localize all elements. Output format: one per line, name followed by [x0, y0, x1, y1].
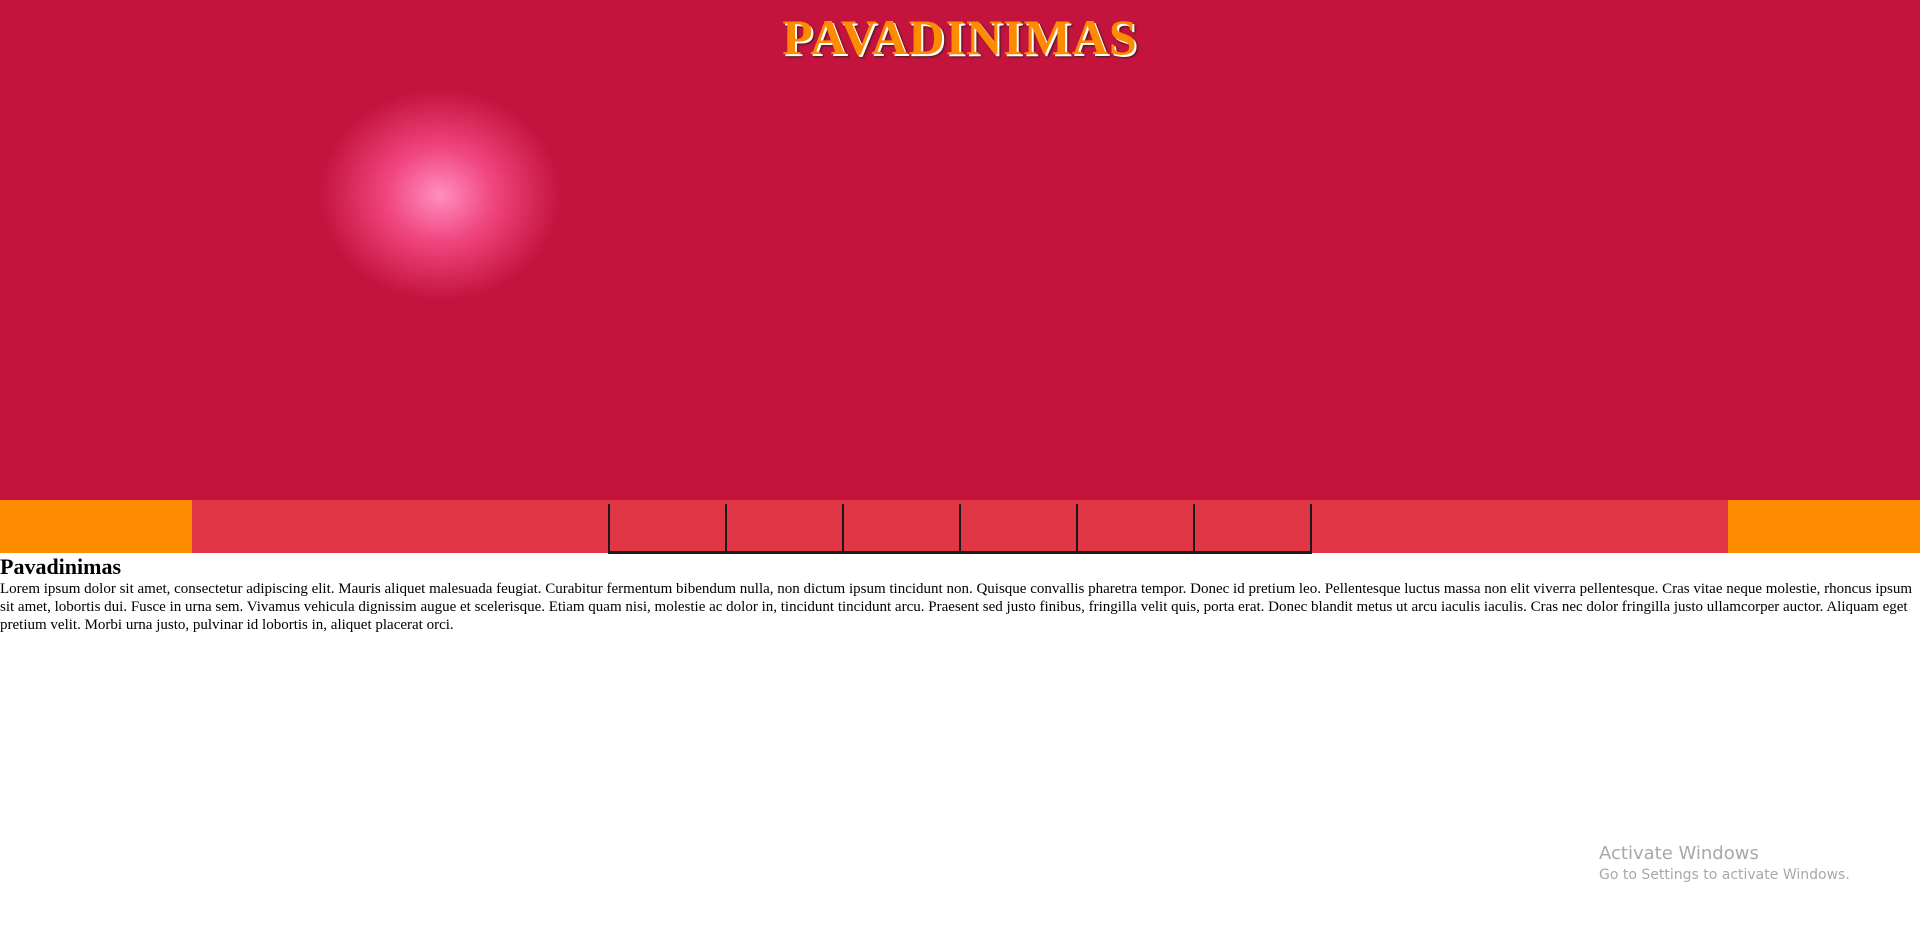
watermark-title: Activate Windows — [1599, 843, 1759, 864]
section-heading: Pavadinimas — [0, 554, 122, 579]
nav-item-5[interactable] — [1076, 504, 1193, 554]
nav-item-1[interactable] — [608, 504, 725, 554]
watermark-subtitle: Go to Settings to activate Windows. — [1599, 867, 1850, 883]
roses-banner-image: PAVADINIMAS — [0, 0, 1920, 500]
main-content: Pavadinimas Lorem ipsum dolor sit amet, … — [0, 553, 1920, 634]
nav-item-3[interactable] — [842, 504, 959, 554]
nav-item-4[interactable] — [959, 504, 1076, 554]
page-title: PAVADINIMAS — [782, 9, 1138, 65]
navigation-menu — [192, 500, 1728, 554]
windows-activation-watermark: Activate Windows Go to Settings to activ… — [1599, 842, 1850, 884]
nav-item-2[interactable] — [725, 504, 842, 554]
section-paragraph: Lorem ipsum dolor sit amet, consectetur … — [0, 581, 1913, 633]
nav-item-6[interactable] — [1193, 504, 1312, 554]
navigation-bar — [0, 500, 1920, 554]
